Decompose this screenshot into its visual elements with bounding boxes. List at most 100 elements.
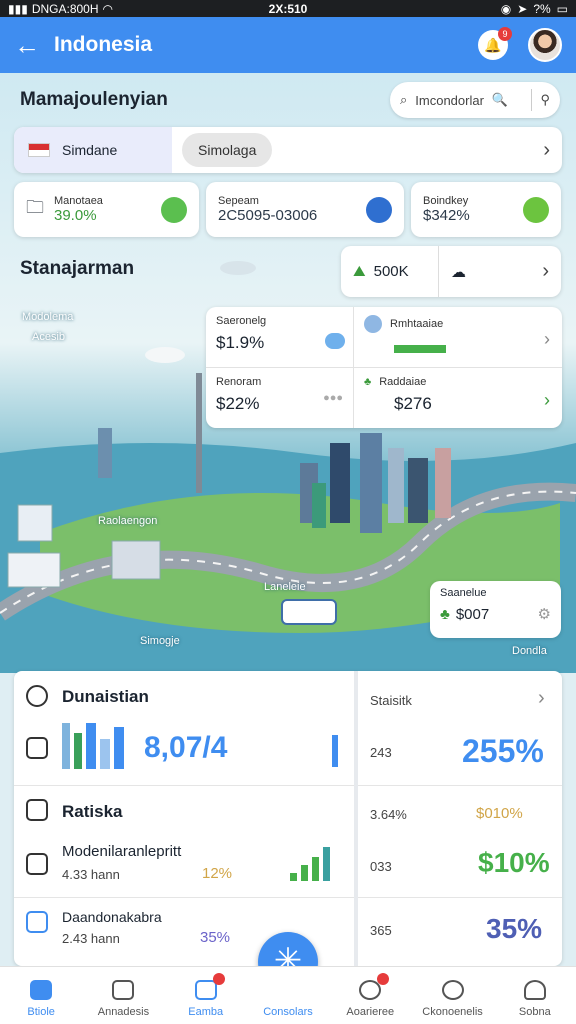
- row-pct: 12%: [202, 865, 233, 882]
- search-input[interactable]: Imcondorlar: [415, 93, 484, 108]
- search-icon: [441, 980, 464, 1000]
- leaf-icon: ♣: [364, 375, 372, 388]
- stat-card[interactable]: Boindkey $342%: [411, 182, 561, 237]
- battery-icon: ▭: [556, 1, 568, 16]
- search-icon[interactable]: 🔍: [492, 92, 508, 108]
- nav-item-analytics[interactable]: Annadesis: [82, 967, 164, 1024]
- bar: [301, 865, 308, 881]
- stat-card[interactable]: 🗀 Manotaea 39.0%: [14, 182, 199, 237]
- chevron-right-icon[interactable]: ›: [544, 390, 550, 411]
- document-icon: [26, 799, 48, 821]
- cloud: [220, 261, 256, 275]
- bar: [86, 723, 96, 769]
- building: [360, 433, 382, 533]
- metric-label: Saeronelg: [216, 315, 267, 327]
- right-left-value: 243: [370, 745, 392, 760]
- divider: [14, 785, 354, 786]
- nav-label: Eamba: [188, 1006, 224, 1018]
- right-left-value: 033: [370, 859, 392, 874]
- section-heading: Stanajarman: [20, 258, 135, 279]
- building: [408, 458, 428, 523]
- bell-icon: 🔔: [484, 36, 502, 53]
- metrics-card: Saeronelg $1.9% Rmhtaaiae › Renoram $22%…: [206, 307, 562, 428]
- gear-icon[interactable]: ⚙: [538, 605, 551, 623]
- row-sub: 4.33 hann: [62, 867, 120, 882]
- building: [98, 428, 112, 478]
- bar: [323, 847, 330, 881]
- nav-label: Aoarieree: [346, 1006, 395, 1018]
- stat-value: $342%: [423, 207, 470, 224]
- metric-value: $1.9%: [216, 333, 265, 352]
- building: [312, 483, 326, 528]
- leaf-icon: ♣: [440, 605, 450, 623]
- tab-simolaga[interactable]: Simolaga: [182, 133, 273, 167]
- status-bar: ▮▮▮ DNGA:800H ◠ 2X:510 ◉ ➤?% ▭: [0, 0, 576, 17]
- map-float-card[interactable]: Saanelue ♣ $007 ⚙: [430, 581, 561, 638]
- row-pct: 35%: [200, 929, 231, 946]
- tower: [196, 373, 202, 493]
- nav-label: Ckonoenelis: [422, 1006, 483, 1018]
- nav-label: Btiole: [27, 1006, 55, 1018]
- map-label: Simogje: [140, 635, 180, 647]
- metric-cell[interactable]: Renoram $22% ●●●: [206, 367, 354, 428]
- nav-label: Consolars: [263, 1006, 313, 1018]
- signal-icon: ▮▮▮: [8, 1, 28, 16]
- globe-icon: [366, 196, 392, 223]
- bottom-nav: Btiole Annadesis Eamba Consolars Aoarier…: [0, 966, 576, 1024]
- metric-value: $276: [394, 393, 432, 413]
- notification-dot: [377, 973, 390, 985]
- chevron-right-icon[interactable]: ›: [543, 139, 550, 162]
- filter-icon[interactable]: ⚲: [540, 92, 550, 108]
- bar: [312, 857, 319, 881]
- chevron-right-icon[interactable]: ›: [544, 329, 550, 350]
- notification-button[interactable]: 🔔 9: [478, 27, 512, 60]
- summary-card[interactable]: ⛰ 500K ☁ ›: [341, 246, 561, 297]
- map-label: Acesib: [32, 331, 66, 343]
- clock-icon: [26, 685, 48, 707]
- nav-item-activities[interactable]: Aoarieree: [329, 967, 411, 1024]
- chat-icon: [325, 333, 345, 349]
- float-label: Saanelue: [440, 587, 487, 599]
- nav-item-home[interactable]: Btiole: [0, 967, 82, 1024]
- building-icon: [26, 911, 48, 933]
- nav-item-explore[interactable]: Ckonoenelis: [411, 967, 493, 1024]
- notification-dot: [212, 973, 225, 985]
- metric-label: Rmhtaaiae: [390, 318, 444, 330]
- right-value: $10%: [478, 847, 550, 878]
- bar: [290, 873, 297, 881]
- map-label: Laneleie: [264, 581, 306, 593]
- metric-cell[interactable]: ♣ Raddaiae $276 ›: [354, 368, 562, 429]
- globe-icon: [364, 315, 382, 333]
- dashboard-panel: Dunaistian 8,07/4 Staisitk › 243 255% Ra…: [14, 671, 562, 966]
- chevron-right-icon[interactable]: ›: [542, 260, 549, 283]
- row-sub: 2.43 hann: [62, 931, 120, 946]
- progress-bar: [394, 345, 446, 353]
- wifi-icon: ◠: [102, 1, 113, 16]
- float-value: $007: [455, 605, 490, 623]
- avatar[interactable]: [528, 28, 562, 62]
- person-icon: [523, 980, 546, 1000]
- dots-icon: ●●●: [323, 391, 343, 404]
- alarm-icon: ◉: [500, 1, 512, 16]
- carrier-text: DNGA:800H: [31, 1, 99, 16]
- right-value: 35%: [486, 913, 543, 944]
- stat-card[interactable]: Sepeam 2C5095-03006: [206, 182, 404, 237]
- bar-chart: [62, 723, 124, 769]
- chevron-right-icon[interactable]: ›: [538, 687, 545, 710]
- metric-cell[interactable]: Rmhtaaiae ›: [354, 307, 562, 368]
- metric-cell[interactable]: Saeronelg $1.9%: [206, 307, 354, 368]
- stat-label: Boindkey: [423, 195, 469, 207]
- row-title: Daandonakabra: [62, 909, 162, 925]
- building: [111, 540, 161, 580]
- search-bar[interactable]: ⌕ Imcondorlar 🔍 ⚲: [390, 82, 560, 118]
- stat-label: Sepeam: [218, 195, 259, 207]
- tab-simdane[interactable]: Simdane: [14, 127, 172, 173]
- nav-item-calendar[interactable]: Eamba: [165, 967, 247, 1024]
- region-tabs: Simdane Simolaga ›: [14, 127, 562, 173]
- app-bar: ← Indonesia 🔔 9: [0, 17, 576, 73]
- bus: [281, 599, 337, 625]
- back-arrow-icon[interactable]: ←: [14, 30, 54, 61]
- nav-item-profile[interactable]: Sobna: [494, 967, 576, 1024]
- chat-icon: [523, 196, 549, 223]
- nav-item-consolars[interactable]: Consolars: [247, 967, 329, 1024]
